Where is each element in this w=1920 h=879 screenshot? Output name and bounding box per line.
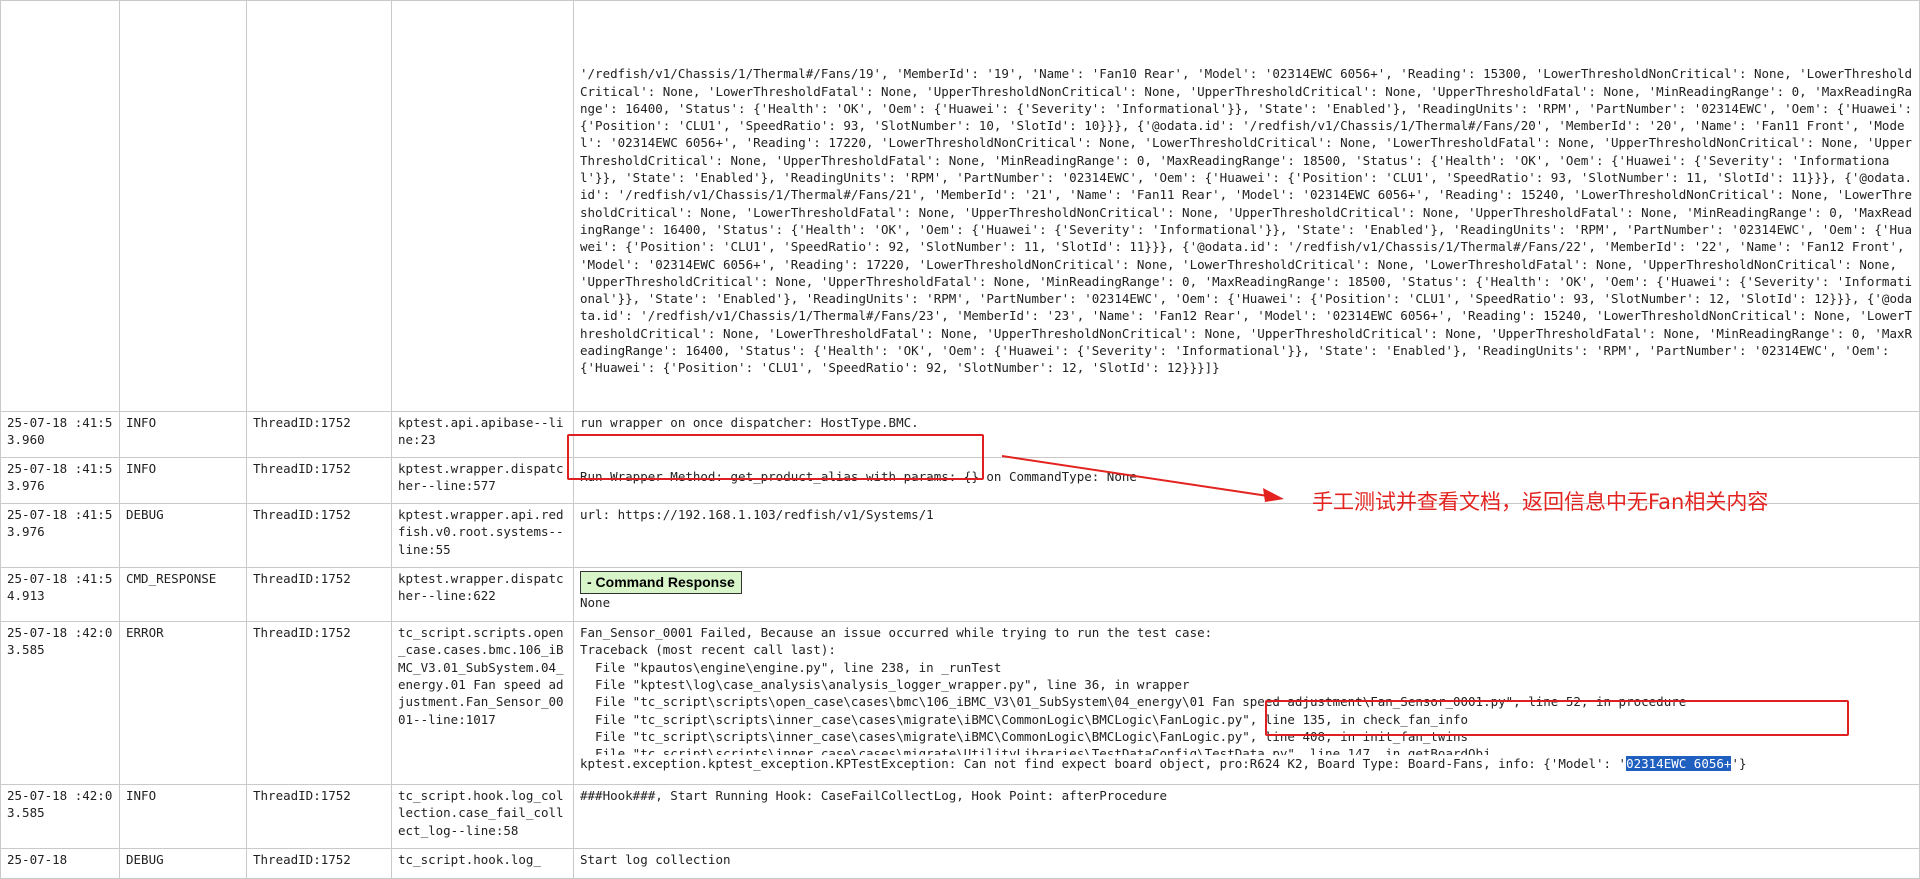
- log-module: kptest.wrapper.dispatcher--line:622: [391, 567, 574, 623]
- traceback-line: File "kptest\log\case_analysis\analysis_…: [580, 677, 1190, 693]
- exception-prefix: kptest.exception.kptest_exception.KPTest…: [580, 756, 1213, 772]
- log-module: tc_script.scripts.open_case.cases.bmc.10…: [391, 621, 574, 786]
- log-time: 25-07-18 :41:53.960: [0, 411, 120, 459]
- log-thread: ThreadID:1752: [246, 784, 392, 850]
- log-thread: [246, 0, 392, 413]
- log-thread: ThreadID:1752: [246, 457, 392, 505]
- log-row: '/redfish/v1/Chassis/1/Thermal#/Fans/19'…: [0, 0, 1920, 413]
- log-level: DEBUG: [119, 848, 247, 879]
- exception-detail: pro:R624 K2, Board Type: Board-Fans, inf…: [1212, 756, 1627, 772]
- log-message: '/redfish/v1/Chassis/1/Thermal#/Fans/19'…: [573, 0, 1920, 413]
- traceback-line: File "tc_script\scripts\inner_case\cases…: [580, 746, 1491, 756]
- log-level: INFO: [119, 457, 247, 505]
- log-time: [0, 0, 120, 413]
- log-message: - Command Response None: [573, 567, 1920, 623]
- traceback-line: File "kpautos\engine\engine.py", line 23…: [580, 659, 1002, 675]
- log-level: CMD_RESPONSE: [119, 567, 247, 623]
- annotation-text: 手工测试并查看文档，返回信息中无Fan相关内容: [1312, 490, 1769, 514]
- url-highlight-box: [567, 434, 984, 480]
- log-row: 25-07-18 :41:54.913 CMD_RESPONSE ThreadI…: [0, 567, 1920, 623]
- log-module: tc_script.hook.log_: [391, 848, 574, 879]
- log-level: INFO: [119, 411, 247, 459]
- log-time: 25-07-18 :41:53.976: [0, 503, 120, 569]
- exception-line: kptest.exception.kptest_exception.KPTest…: [580, 755, 1913, 772]
- log-thread: ThreadID:1752: [246, 567, 392, 623]
- log-thread: ThreadID:1752: [246, 503, 392, 569]
- log-time: 25-07-18: [0, 848, 120, 879]
- traceback-line: Fan_Sensor_0001 Failed, Because an issue…: [580, 625, 1213, 641]
- log-row: 25-07-18 :42:03.585 INFO ThreadID:1752 t…: [0, 784, 1920, 850]
- fan-json-text: '/redfish/v1/Chassis/1/Thermal#/Fans/19'…: [580, 66, 1913, 376]
- selected-model-text[interactable]: 02314EWC 6056+: [1626, 756, 1732, 772]
- log-level: [119, 0, 247, 413]
- log-message: ###Hook###, Start Running Hook: CaseFail…: [573, 784, 1920, 850]
- log-module: kptest.api.apibase--line:23: [391, 411, 574, 459]
- log-level: DEBUG: [119, 503, 247, 569]
- log-row: 25-07-18 DEBUG ThreadID:1752 tc_script.h…: [0, 848, 1920, 879]
- log-level: ERROR: [119, 621, 247, 786]
- log-level: INFO: [119, 784, 247, 850]
- log-thread: ThreadID:1752: [246, 411, 392, 459]
- command-response-badge[interactable]: - Command Response: [580, 571, 742, 595]
- log-time: 25-07-18 :42:03.585: [0, 621, 120, 786]
- log-time: 25-07-18 :41:54.913: [0, 567, 120, 623]
- log-message: Start log collection: [573, 848, 1920, 879]
- log-module: tc_script.hook.log_collection.case_fail_…: [391, 784, 574, 850]
- exception-tail: '}: [1731, 756, 1747, 772]
- log-module: [391, 0, 574, 413]
- log-time: 25-07-18 :42:03.585: [0, 784, 120, 850]
- exception-highlight-box: [1265, 700, 1849, 736]
- traceback-line: Traceback (most recent call last):: [580, 642, 836, 658]
- log-time: 25-07-18 :41:53.976: [0, 457, 120, 505]
- log-module: kptest.wrapper.api.redfish.v0.root.syste…: [391, 503, 574, 569]
- command-response-value: None: [580, 595, 611, 611]
- log-thread: ThreadID:1752: [246, 848, 392, 879]
- log-module: kptest.wrapper.dispatcher--line:577: [391, 457, 574, 505]
- log-thread: ThreadID:1752: [246, 621, 392, 786]
